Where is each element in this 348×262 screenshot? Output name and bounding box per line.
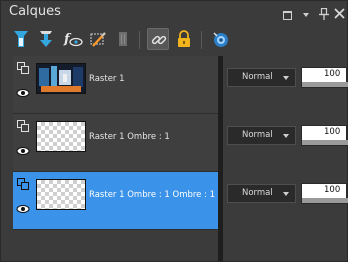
group-icon[interactable] [17,178,29,190]
layer-properties-row: Normal 100 [223,172,348,230]
new-vector-layer-icon[interactable] [35,28,57,50]
opacity-bar-fill [302,82,348,87]
opacity-slider[interactable]: 100 [301,183,348,204]
layers-panel: Calques f Raster 1 Raster 1 Ombre: 1 Ra… [0,0,348,262]
opacity-value: 100 [324,69,341,79]
lock-transparency-icon[interactable] [173,28,195,50]
layer-row[interactable]: Raster 1 Ombre : 1 [13,114,218,172]
opacity-slider[interactable]: 100 [301,67,348,88]
opacity-value: 100 [324,185,341,195]
opacity-bar-fill [302,198,348,203]
opacity-value: 100 [324,127,341,137]
layer-properties-icon[interactable] [209,28,231,50]
eye-icon[interactable] [16,146,30,156]
opacity-bar[interactable] [302,140,348,145]
layer-row[interactable]: Raster 1 [13,56,218,114]
blend-mode-dropdown[interactable]: Normal [227,68,296,87]
group-icon[interactable] [17,120,29,132]
layer-thumbnail [36,63,86,94]
layer-row-selected[interactable]: Raster 1 Ombre : 1 Ombre : 1 [13,172,218,230]
layer-properties-row: Normal 100 [223,56,348,114]
toolbar-separator [201,31,202,49]
new-raster-layer-icon[interactable] [10,28,32,50]
group-icon[interactable] [17,62,29,74]
visibility-toggle-icon[interactable]: f [62,28,84,50]
layers-toolbar: f [1,25,347,55]
toolbar-separator [139,31,140,49]
panel-title: Calques [9,4,61,19]
panel-menu-icon[interactable] [303,13,309,17]
opacity-bar[interactable] [302,82,348,87]
restore-window-icon[interactable] [283,11,292,20]
blend-mode-value: Normal [242,72,273,82]
chevron-down-icon [283,76,289,80]
layer-name[interactable]: Raster 1 Ombre : 1 Ombre : 1 [89,190,215,200]
layer-row-icons [13,114,33,172]
close-icon[interactable] [334,8,345,19]
blend-mode-value: Normal [242,130,273,140]
layer-properties-row: Normal 100 [223,114,348,172]
layer-list-empty-area [13,230,218,261]
layer-name[interactable]: Raster 1 [89,74,125,84]
layer-thumbnail [36,121,86,152]
eye-icon[interactable] [16,88,30,98]
chevron-down-icon [283,192,289,196]
pin-icon[interactable] [319,7,329,20]
rename-layer-icon[interactable] [87,28,109,50]
blend-mode-dropdown[interactable]: Normal [227,184,296,203]
layer-list: Raster 1 Raster 1 Ombre : 1 Raster 1 Omb… [13,56,218,230]
blend-mode-dropdown[interactable]: Normal [227,126,296,145]
opacity-bar-fill [302,140,348,145]
opacity-slider[interactable]: 100 [301,125,348,146]
delete-layer-icon[interactable] [112,28,134,50]
layer-name[interactable]: Raster 1 Ombre : 1 [89,132,170,142]
layer-properties-column: Normal 100 Normal 100 Normal 100 [223,56,348,256]
eye-icon[interactable] [16,204,30,214]
layer-thumbnail [36,179,86,210]
layer-row-icons [13,172,33,230]
blend-mode-value: Normal [242,188,273,198]
chevron-down-icon [283,134,289,138]
link-layers-icon[interactable] [147,28,169,50]
layer-row-icons [13,56,33,114]
panel-titlebar[interactable]: Calques [1,1,347,25]
opacity-bar[interactable] [302,198,348,203]
